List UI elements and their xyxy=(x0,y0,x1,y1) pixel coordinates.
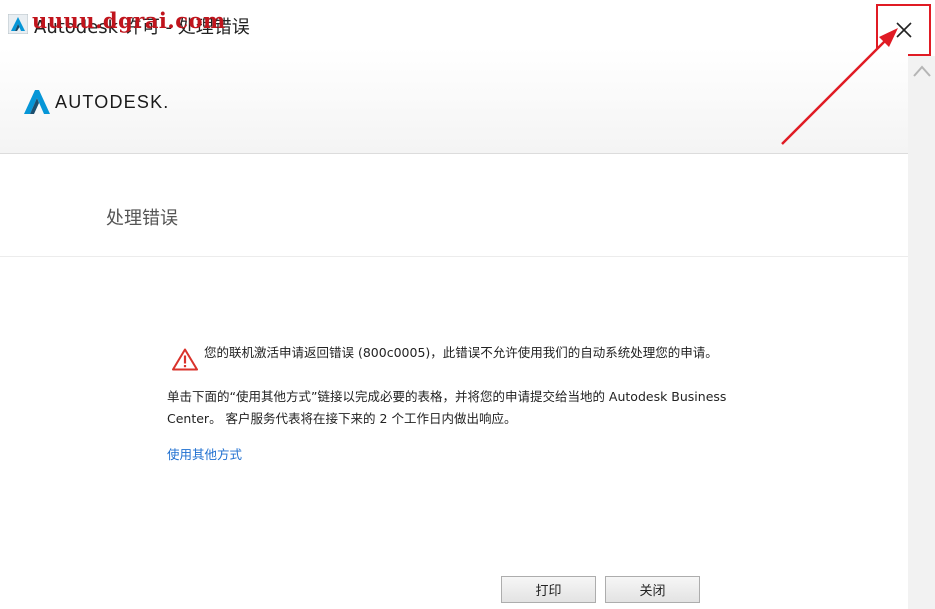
print-button[interactable]: 打印 xyxy=(501,576,596,603)
close-button[interactable]: 关闭 xyxy=(605,576,700,603)
autodesk-logo-icon xyxy=(24,90,50,114)
alternative-method-link[interactable]: 使用其他方式 xyxy=(167,444,242,463)
close-icon xyxy=(895,22,912,38)
warning-icon xyxy=(172,348,198,371)
brand-header: AUTODESK. xyxy=(0,48,908,154)
vertical-scrollbar[interactable] xyxy=(908,56,935,609)
brand-name: AUTODESK. xyxy=(55,91,170,112)
watermark-text: uuuu.dgrai.com xyxy=(32,8,226,33)
scroll-up-arrow-icon[interactable] xyxy=(912,64,932,78)
license-window: Autodesk 许可 - 处理错误 uuuu.dgrai.com AUTODE… xyxy=(0,0,935,609)
title-bar: Autodesk 许可 - 处理错误 uuuu.dgrai.com xyxy=(0,0,935,56)
autodesk-app-icon xyxy=(8,14,28,34)
instruction-text: 单击下面的“使用其他方式”链接以完成必要的表格，并将您的申请提交给当地的 Aut… xyxy=(167,389,727,426)
page-title: 处理错误 xyxy=(106,208,178,229)
error-message: 您的联机激活申请返回错误 (800c0005)，此错误不允许使用我们的自动系统处… xyxy=(204,345,718,360)
autodesk-logo: AUTODESK. xyxy=(24,89,170,115)
heading-section: 处理错误 xyxy=(0,154,908,257)
